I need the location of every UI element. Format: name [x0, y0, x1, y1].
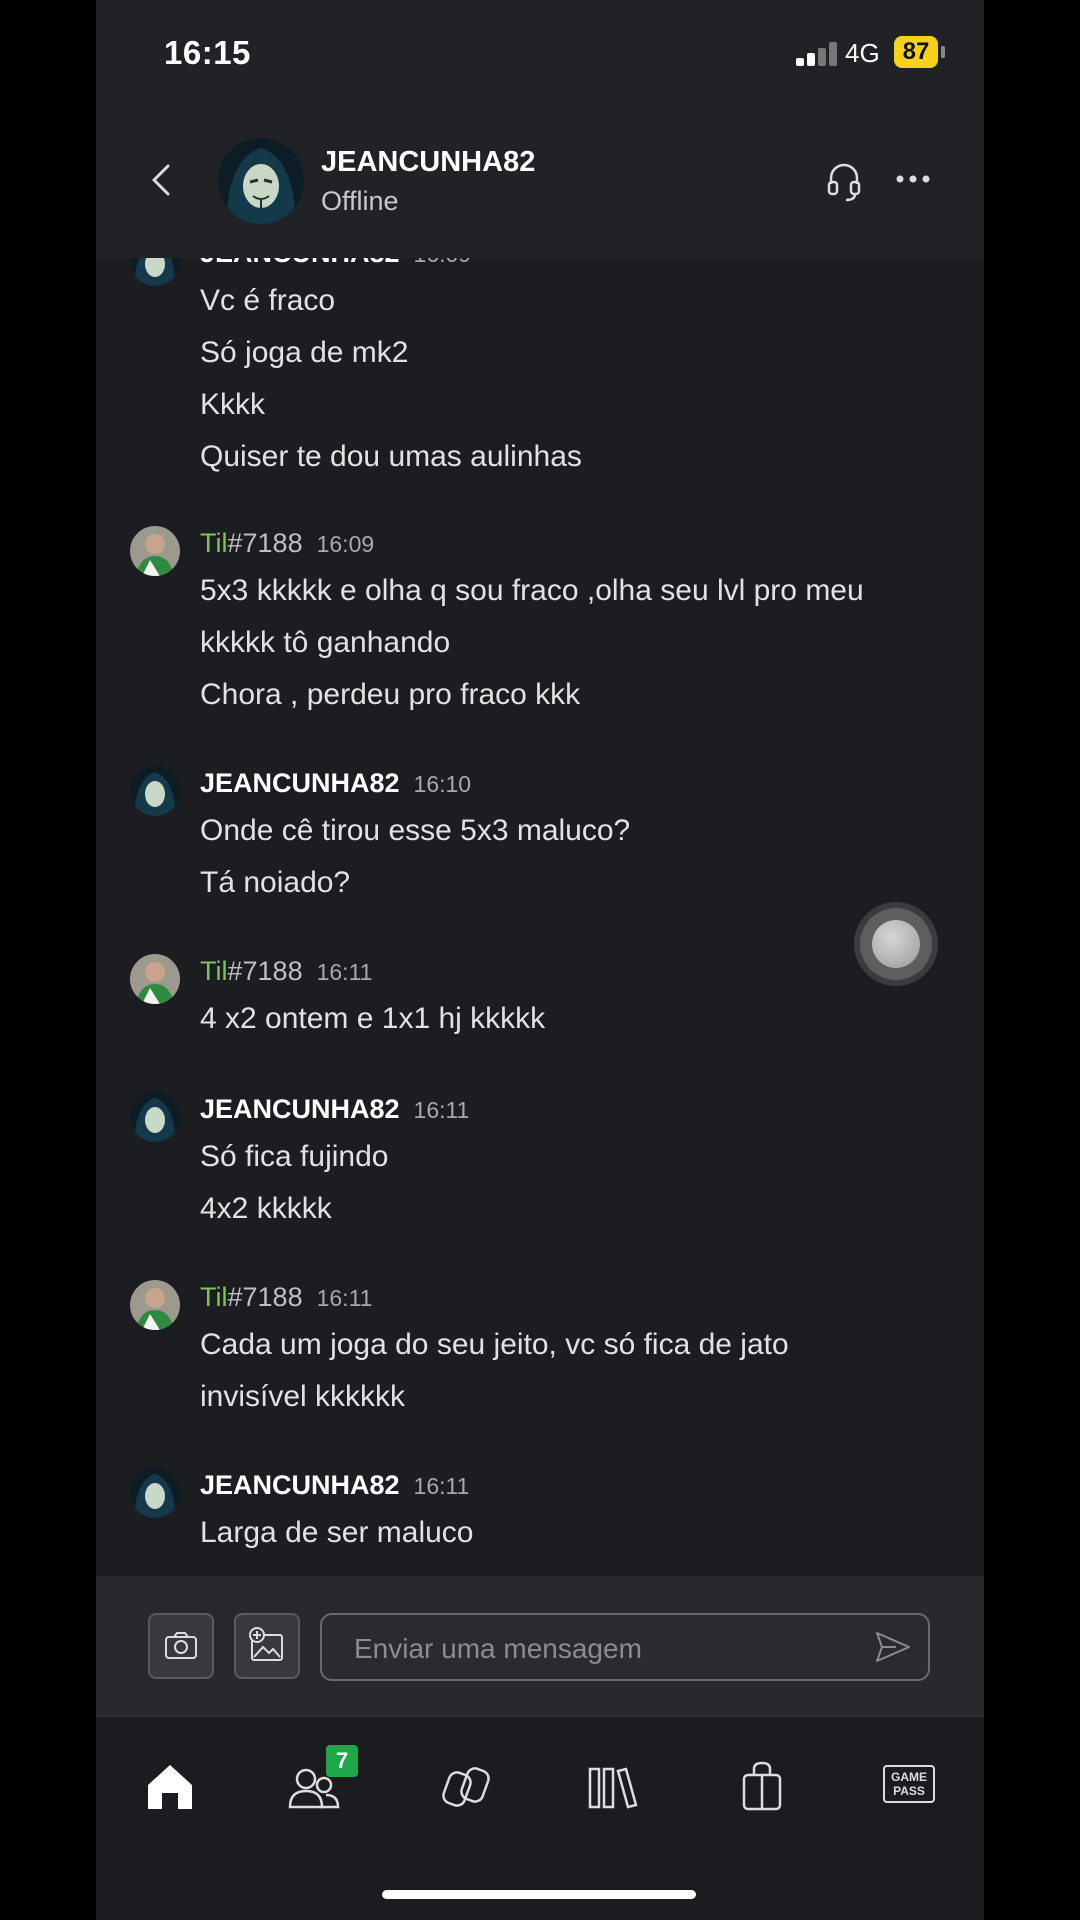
message-meta: JEANCUNHA82 16:11	[200, 1470, 469, 1501]
game-pass-line2: PASS	[893, 1784, 925, 1798]
avatar[interactable]	[130, 1092, 180, 1142]
hooded-mask-avatar-icon	[218, 138, 304, 224]
message-text: kkkkk tô ganhando	[200, 626, 451, 659]
store-icon[interactable]	[734, 1759, 790, 1815]
friends-badge: 7	[326, 1745, 358, 1777]
avatar[interactable]	[130, 954, 180, 1004]
message-time: 16:11	[413, 1473, 470, 1499]
avatar[interactable]	[130, 526, 180, 576]
message-author[interactable]: JEANCUNHA82	[200, 1094, 400, 1124]
user-photo-avatar-icon	[130, 526, 180, 576]
author-name: Til	[200, 1282, 228, 1312]
game-pass-icon[interactable]: GAME PASS	[883, 1765, 935, 1803]
phone-screen: 16:15 4G 87 JEANCUNHA82 Offline Vc é fra…	[96, 0, 984, 1920]
message-meta: Til#7188 16:11	[200, 956, 372, 987]
author-discriminator: #7188	[227, 528, 303, 558]
message-text: Cada um joga do seu jeito, vc só fica de…	[200, 1328, 789, 1361]
message-text: 5x3 kkkkk e olha q sou fraco ,olha seu l…	[200, 574, 864, 607]
home-indicator[interactable]	[382, 1890, 696, 1899]
message-text: Só fica fujindo	[200, 1140, 389, 1173]
message-text: Larga de ser maluco	[200, 1516, 474, 1549]
send-icon[interactable]	[874, 1629, 912, 1665]
message-time: 16:11	[316, 959, 373, 985]
more-options-icon[interactable]	[896, 172, 930, 186]
camera-icon	[165, 1632, 197, 1659]
message-text: 4x2 kkkkk	[200, 1192, 332, 1225]
user-photo-avatar-icon	[130, 1280, 180, 1330]
status-bar: 16:15 4G 87	[96, 0, 984, 110]
message-author[interactable]: JEANCUNHA82	[200, 1470, 400, 1500]
headset-icon[interactable]	[826, 162, 862, 202]
home-icon[interactable]	[142, 1759, 198, 1815]
message-text: invisível kkkkkk	[200, 1380, 406, 1413]
message-text: Onde cê tirou esse 5x3 maluco?	[200, 814, 631, 847]
message-list[interactable]: JEANCUNHA82 16:09 Vc é fraco Só joga de m…	[96, 258, 984, 1576]
user-photo-avatar-icon	[130, 954, 180, 1004]
add-image-button[interactable]	[234, 1613, 300, 1679]
assistive-touch-button[interactable]	[860, 908, 932, 980]
message-input-placeholder: Enviar uma mensagem	[354, 1633, 642, 1664]
hooded-mask-avatar-icon	[130, 1468, 180, 1518]
avatar[interactable]	[130, 1280, 180, 1330]
battery-tip	[941, 46, 945, 58]
network-type: 4G	[845, 38, 880, 68]
game-pass-line1: GAME	[891, 1770, 927, 1784]
author-discriminator: #7188	[227, 1282, 303, 1312]
message-author[interactable]: Til#7188	[200, 956, 303, 986]
message-meta: Til#7188 16:11	[200, 1282, 372, 1313]
social-icon[interactable]	[438, 1759, 494, 1815]
message-time: 16:10	[413, 771, 472, 797]
battery-icon: 87	[894, 36, 938, 68]
message-meta: JEANCUNHA82 16:10	[200, 768, 471, 799]
avatar[interactable]	[130, 766, 180, 816]
avatar[interactable]	[130, 258, 180, 286]
message-author[interactable]: JEANCUNHA82	[200, 258, 400, 268]
add-image-icon	[249, 1627, 283, 1661]
hooded-mask-avatar-icon	[130, 258, 180, 286]
signal-icon	[796, 42, 840, 66]
contact-name: JEANCUNHA82	[321, 146, 536, 178]
hooded-mask-avatar-icon	[130, 766, 180, 816]
message-text: Tá noiado?	[200, 866, 351, 899]
message-time: 16:09	[414, 258, 472, 267]
back-arrow-icon[interactable]	[146, 160, 176, 200]
hooded-mask-avatar-icon	[130, 1092, 180, 1142]
author-name: Til	[200, 956, 228, 986]
message-text: Só joga de mk2	[200, 336, 409, 369]
message-author[interactable]: JEANCUNHA82	[200, 768, 400, 798]
message-time: 16:11	[413, 1097, 470, 1123]
message-composer: Enviar uma mensagem	[96, 1576, 984, 1716]
library-icon[interactable]	[586, 1759, 642, 1815]
author-name: Til	[200, 528, 228, 558]
contact-presence: Offline	[321, 186, 399, 216]
message-author[interactable]: Til#7188	[200, 528, 303, 558]
message-author[interactable]: Til#7188	[200, 1282, 303, 1312]
message-text: Vc é fraco	[200, 284, 336, 317]
message-meta: JEANCUNHA82 16:09	[200, 258, 471, 269]
avatar[interactable]	[130, 1468, 180, 1518]
message-meta: JEANCUNHA82 16:11	[200, 1094, 469, 1125]
status-time: 16:15	[164, 34, 251, 71]
message-input[interactable]: Enviar uma mensagem	[320, 1613, 930, 1681]
avatar[interactable]	[218, 138, 304, 224]
message-text: 4 x2 ontem e 1x1 hj kkkkk	[200, 1002, 546, 1035]
message-time: 16:09	[316, 531, 375, 557]
message-time: 16:11	[316, 1285, 373, 1311]
message-meta: Til#7188 16:09	[200, 528, 374, 559]
message-text: Quiser te dou umas aulinhas	[200, 440, 582, 473]
chat-header: JEANCUNHA82 Offline	[96, 110, 984, 258]
author-discriminator: #7188	[227, 956, 303, 986]
message-text: Kkkk	[200, 388, 266, 421]
message-text: Chora , perdeu pro fraco kkk	[200, 678, 581, 711]
camera-button[interactable]	[148, 1613, 214, 1679]
